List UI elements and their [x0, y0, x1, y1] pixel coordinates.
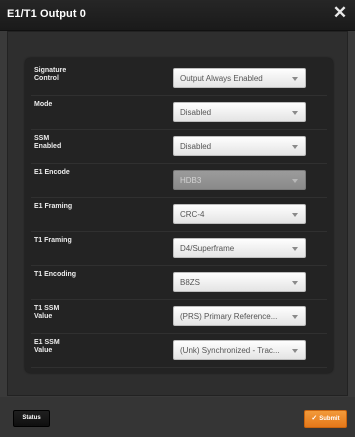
mode-select[interactable]: Disabled	[173, 102, 306, 122]
field-label: SSM Enabled	[34, 135, 62, 150]
select-value: (Unk) Synchronized - Trac...	[180, 346, 280, 355]
dialog-titlebar: E1/T1 Output 0 ✕	[0, 0, 355, 31]
e1-framing-select[interactable]: CRC-4	[173, 204, 306, 224]
select-value: B8ZS	[180, 278, 201, 287]
select-value: CRC-4	[180, 210, 205, 219]
signature-control-select[interactable]: Output Always Enabled	[173, 68, 306, 88]
form-row-signature-control: Signature Control Output Always Enabled	[31, 64, 327, 96]
select-value: D4/Superframe	[180, 244, 235, 253]
field-label: T1 Encoding	[34, 271, 76, 278]
chevron-down-icon	[292, 145, 298, 149]
form-row-e1-ssm-value: E1 SSM Value (Unk) Synchronized - Trac..…	[31, 336, 327, 368]
select-value: HDB3	[180, 176, 202, 185]
chevron-down-icon	[292, 77, 298, 81]
chevron-down-icon	[292, 349, 298, 353]
chevron-down-icon	[292, 111, 298, 115]
chevron-down-icon	[292, 315, 298, 319]
field-label: Signature Control	[34, 67, 67, 82]
field-label: E1 Framing	[34, 203, 73, 210]
field-label: E1 Encode	[34, 169, 70, 176]
dialog-footer: Status ✓ Submit	[0, 397, 355, 437]
chevron-down-icon	[292, 179, 298, 183]
select-value: Disabled	[180, 142, 212, 151]
t1-ssm-value-select[interactable]: (PRS) Primary Reference...	[173, 306, 306, 326]
close-icon[interactable]: ✕	[331, 3, 349, 23]
select-value: Output Always Enabled	[180, 74, 263, 83]
ssm-enabled-select[interactable]: Disabled	[173, 136, 306, 156]
status-button[interactable]: Status	[13, 410, 50, 427]
form-row-ssm-enabled: SSM Enabled Disabled	[31, 132, 327, 164]
e1-ssm-value-select[interactable]: (Unk) Synchronized - Trac...	[173, 340, 306, 360]
chevron-down-icon	[292, 213, 298, 217]
field-label: T1 SSM Value	[34, 305, 60, 320]
t1-encoding-select[interactable]: B8ZS	[173, 272, 306, 292]
settings-panel: Signature Control Output Always Enabled …	[25, 58, 333, 373]
select-value: Disabled	[180, 108, 212, 117]
submit-button[interactable]: ✓ Submit	[304, 410, 347, 428]
dialog-title: E1/T1 Output 0	[7, 8, 87, 20]
form-row-t1-ssm-value: T1 SSM Value (PRS) Primary Reference...	[31, 302, 327, 334]
form-row-mode: Mode Disabled	[31, 98, 327, 130]
field-label: E1 SSM Value	[34, 339, 60, 354]
form-row-e1-encode: E1 Encode HDB3	[31, 166, 327, 198]
e1-encode-select: HDB3	[173, 170, 306, 190]
check-icon: ✓	[311, 415, 318, 422]
form-row-e1-framing: E1 Framing CRC-4	[31, 200, 327, 232]
form-row-t1-framing: T1 Framing D4/Superframe	[31, 234, 327, 266]
form-row-t1-encoding: T1 Encoding B8ZS	[31, 268, 327, 300]
select-value: (PRS) Primary Reference...	[180, 312, 278, 321]
chevron-down-icon	[292, 247, 298, 251]
t1-framing-select[interactable]: D4/Superframe	[173, 238, 306, 258]
field-label: Mode	[34, 101, 53, 108]
submit-label: Submit	[319, 416, 340, 422]
chevron-down-icon	[292, 281, 298, 285]
field-label: T1 Framing	[34, 237, 72, 244]
output-config-dialog: E1/T1 Output 0 ✕ Signature Control Outpu…	[0, 0, 355, 437]
